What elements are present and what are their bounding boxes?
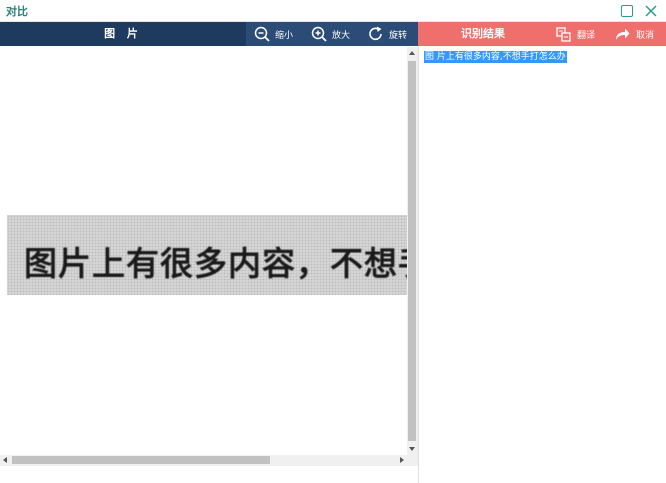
zoom-in-label: 放大 [332,30,351,41]
result-panel-title: 识别结果 [461,27,505,40]
cancel-button[interactable]: 取消 [614,22,654,46]
result-panel-header: 识别结果 翻译 取消 [418,22,666,46]
translate-button[interactable]: 翻译 [556,22,595,46]
rotate-label: 旋转 [389,30,408,41]
result-text-area[interactable]: 图 片上有很多内容,不想手打怎么办 [418,46,666,483]
title-bar: 对比 [0,0,666,22]
cancel-label: 取消 [636,30,655,41]
scroll-left-icon[interactable] [3,457,7,463]
image-panel-header: 图 片 缩小 放大 旋转 [0,22,418,46]
zoom-in-button[interactable]: 放大 [311,22,350,46]
scroll-up-icon[interactable] [409,51,415,55]
close-icon [645,5,657,17]
bottom-strip [0,466,418,483]
recognized-text[interactable]: 图 片上有很多内容,不想手打怎么办 [424,51,567,63]
image-toolbar: 缩小 放大 旋转 [246,22,418,46]
rotate-icon [369,26,382,41]
vertical-scrollbar[interactable] [407,47,418,455]
rotate-button[interactable]: 旋转 [368,22,407,46]
zoom-out-label: 缩小 [275,30,294,41]
maximize-button[interactable] [619,3,635,19]
zoom-out-icon [254,26,270,42]
horizontal-scroll-thumb[interactable] [12,456,270,464]
source-image: 图片上有很多内容，不想手 [7,215,409,295]
scroll-down-icon[interactable] [409,447,415,451]
image-viewer[interactable]: 图片上有很多内容，不想手 [0,46,418,466]
redo-arrow-icon [616,28,630,40]
translate-icon [556,26,571,42]
source-image-text: 图片上有很多内容，不想手 [24,244,409,283]
scroll-right-icon[interactable] [400,457,404,463]
scrollbar-corner [407,455,418,466]
maximize-icon [621,5,633,17]
image-panel-title: 图 片 [104,27,142,40]
zoom-out-button[interactable]: 缩小 [254,22,293,46]
translate-label: 翻译 [577,30,596,41]
zoom-in-icon [311,26,327,42]
close-button[interactable] [643,3,659,19]
window-title: 对比 [6,5,28,18]
horizontal-scrollbar[interactable] [0,455,407,466]
vertical-scroll-thumb[interactable] [408,61,416,441]
